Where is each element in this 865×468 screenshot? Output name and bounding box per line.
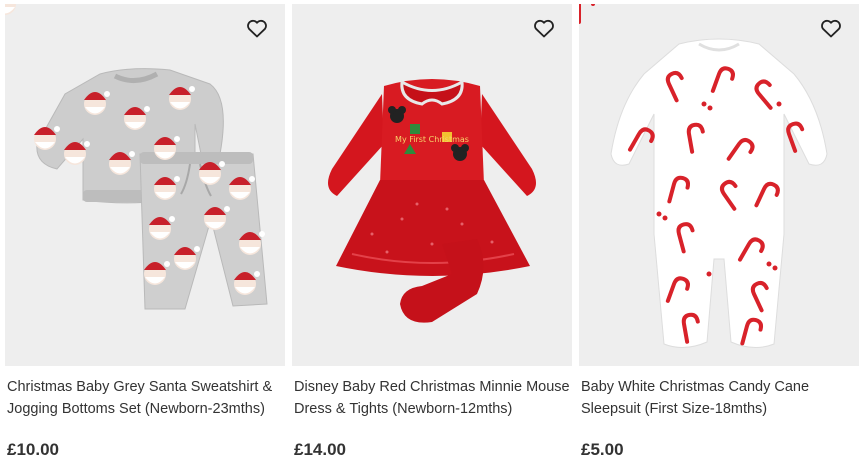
heart-icon[interactable] xyxy=(532,16,556,40)
print-text: My First Christmas xyxy=(395,135,469,144)
product-price: £5.00 xyxy=(581,440,624,459)
product-image[interactable]: My First Christmas xyxy=(292,4,572,366)
product-image[interactable] xyxy=(5,4,285,366)
product-image[interactable] xyxy=(579,4,859,366)
product-card[interactable]: Baby White Christmas Candy Cane Sleepsui… xyxy=(579,0,859,468)
candy-cane-sleepsuit-illustration xyxy=(579,4,828,350)
red-minnie-dress-illustration: My First Christmas xyxy=(328,79,536,323)
grey-santa-set-illustration xyxy=(5,4,268,310)
product-title[interactable]: Baby White Christmas Candy Cane Sleepsui… xyxy=(581,376,857,420)
product-grid: Christmas Baby Grey Santa Sweatshirt & J… xyxy=(0,0,865,468)
product-card[interactable]: Christmas Baby Grey Santa Sweatshirt & J… xyxy=(5,0,285,468)
product-title[interactable]: Disney Baby Red Christmas Minnie Mouse D… xyxy=(294,376,570,420)
heart-icon[interactable] xyxy=(819,16,843,40)
product-title[interactable]: Christmas Baby Grey Santa Sweatshirt & J… xyxy=(7,376,283,420)
product-price: £10.00 xyxy=(7,440,59,459)
product-price: £14.00 xyxy=(294,440,346,459)
product-card[interactable]: My First Christmas Disney Baby Red Chris… xyxy=(292,0,572,468)
heart-icon[interactable] xyxy=(245,16,269,40)
